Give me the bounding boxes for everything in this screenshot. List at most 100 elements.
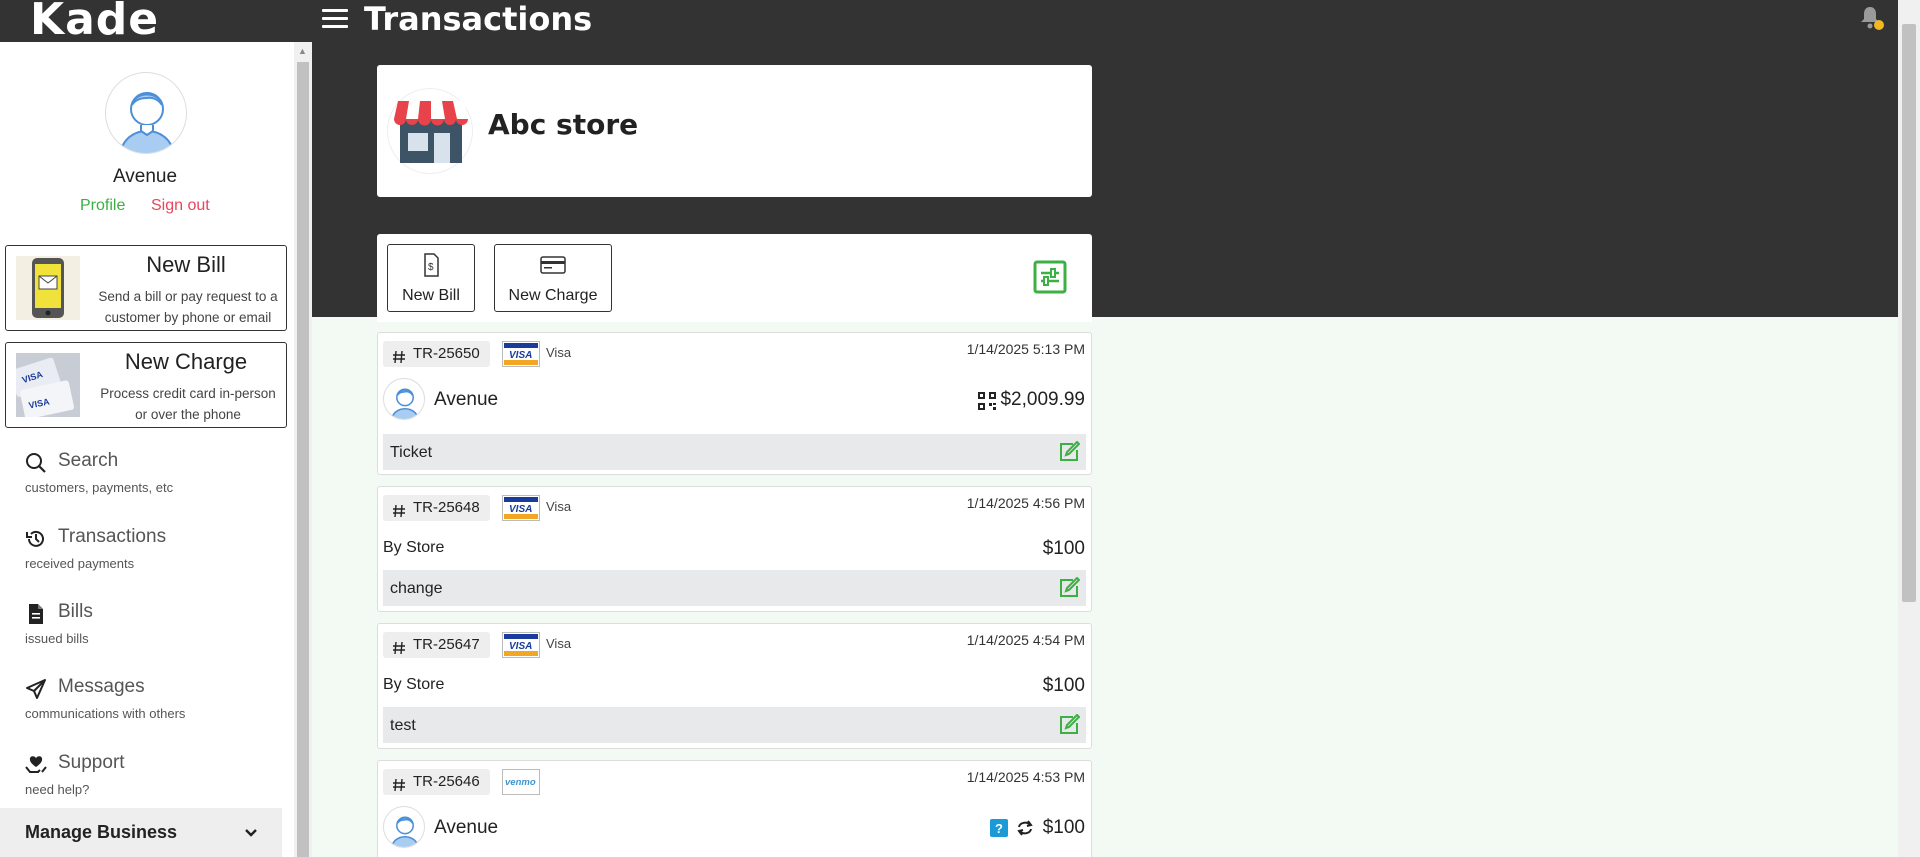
search-icon <box>25 452 47 474</box>
new-charge-card[interactable]: VISA VISA New Charge Process credit card… <box>5 342 287 428</box>
user-avatar[interactable] <box>105 72 187 154</box>
transaction-note-text: test <box>390 717 416 734</box>
recurring-icon <box>1016 819 1034 837</box>
transaction-card[interactable]: TR-25646 venmo 1/14/2025 4:53 PM Avenue … <box>377 760 1092 857</box>
edit-icon[interactable] <box>1058 440 1081 463</box>
nav-item-messages[interactable]: Messages communications with others <box>0 670 290 734</box>
transaction-id-badge: TR-25647 <box>383 632 490 658</box>
store-name: Abc store <box>488 108 639 141</box>
manage-business-toggle[interactable]: Manage Business <box>0 808 282 857</box>
new-bill-card[interactable]: New Bill Send a bill or pay request to a… <box>5 245 287 331</box>
page-title: Transactions <box>364 0 593 38</box>
sign-out-link[interactable]: Sign out <box>151 197 210 215</box>
notification-bell-icon[interactable] <box>1858 4 1886 32</box>
sidebar-scrollbar-thumb[interactable] <box>297 62 309 857</box>
card-brand-label: Visa <box>546 345 572 360</box>
profile-link[interactable]: Profile <box>80 197 125 215</box>
edit-icon[interactable] <box>1058 576 1081 599</box>
scroll-up-arrow-icon[interactable]: ▲ <box>298 46 307 56</box>
sidebar: Avenue Profile Sign out New Bill Send a … <box>0 42 294 857</box>
nav-sub-messages: communications with others <box>25 706 186 721</box>
nav-item-bills[interactable]: Bills issued bills <box>0 595 290 659</box>
transaction-amount: $2,009.99 <box>1000 389 1085 410</box>
app-logo[interactable]: Kade <box>30 0 159 45</box>
chevron-down-icon <box>244 826 258 840</box>
transaction-card[interactable]: TR-25648 VISA Visa 1/14/2025 4:56 PM By … <box>377 486 1092 612</box>
customer-name: By Store <box>383 676 445 693</box>
transaction-amount: $100 <box>1042 817 1085 838</box>
history-icon <box>25 528 47 550</box>
phone-mail-icon <box>16 256 80 320</box>
transaction-id: TR-25647 <box>413 636 480 653</box>
transaction-amount: $100 <box>1042 675 1085 696</box>
card-brand-label: Visa <box>546 499 572 514</box>
filter-settings-icon[interactable] <box>1033 260 1067 294</box>
customer-avatar <box>383 378 425 420</box>
visa-card-icon: VISA <box>502 495 540 521</box>
user-name: Avenue <box>112 166 178 187</box>
edit-icon[interactable] <box>1058 713 1081 736</box>
transaction-id: TR-25648 <box>413 499 480 516</box>
question-icon[interactable]: ? <box>990 819 1008 837</box>
new-bill-label: New Bill <box>402 287 460 304</box>
nav-sub-transactions: received payments <box>25 556 135 571</box>
transaction-toolbar: $ New Bill New Charge <box>377 234 1092 322</box>
transaction-note-text: Ticket <box>390 444 433 461</box>
card-brand-label: Visa <box>546 636 572 651</box>
venmo-icon: venmo <box>502 769 540 795</box>
new-charge-button[interactable]: New Charge <box>494 244 612 312</box>
customer-name: By Store <box>383 539 445 556</box>
svg-text:?: ? <box>995 821 1003 836</box>
transaction-id-badge: TR-25646 <box>383 769 490 795</box>
support-hands-icon <box>25 754 47 776</box>
new-bill-button[interactable]: $ New Bill <box>387 244 475 312</box>
customer-avatar <box>383 806 425 848</box>
page-scrollbar-thumb[interactable] <box>1902 24 1916 602</box>
page-scrollbar[interactable] <box>1898 0 1920 857</box>
transaction-card[interactable]: TR-25650 VISA Visa 1/14/2025 5:13 PM Ave… <box>377 332 1092 475</box>
svg-text:VISA: VISA <box>509 641 532 652</box>
nav-item-support[interactable]: Support need help? <box>0 746 290 810</box>
transaction-id: TR-25646 <box>413 773 480 790</box>
nav-label-bills: Bills <box>58 601 93 622</box>
nav-label-transactions: Transactions <box>58 526 167 547</box>
visa-card-icon: VISA <box>502 632 540 658</box>
transaction-card[interactable]: TR-25647 VISA Visa 1/14/2025 4:54 PM By … <box>377 623 1092 749</box>
transaction-id-badge: TR-25650 <box>383 341 490 367</box>
nav-label-messages: Messages <box>58 676 145 697</box>
nav-label-support: Support <box>58 752 125 773</box>
svg-text:venmo: venmo <box>505 777 536 788</box>
send-icon <box>25 678 47 700</box>
customer-name[interactable]: Avenue <box>434 817 498 839</box>
transaction-date: 1/14/2025 4:54 PM <box>966 632 1085 648</box>
hash-icon <box>392 638 406 655</box>
sidebar-scrollbar[interactable]: ▲ <box>294 42 312 857</box>
svg-text:$: $ <box>428 262 434 273</box>
visa-card-icon: VISA <box>502 341 540 367</box>
hash-icon <box>392 347 406 364</box>
new-charge-desc: Process credit card in-person or over th… <box>100 386 276 422</box>
customer-name[interactable]: Avenue <box>434 389 498 411</box>
manage-business-label: Manage Business <box>25 822 178 842</box>
hash-icon <box>392 775 406 792</box>
transaction-date: 1/14/2025 4:53 PM <box>966 769 1085 785</box>
transaction-id-badge: TR-25648 <box>383 495 490 521</box>
transaction-id: TR-25650 <box>413 345 480 362</box>
new-bill-desc: Send a bill or pay request to a customer… <box>98 289 278 325</box>
nav-sub-support: need help? <box>25 782 90 797</box>
invoice-icon: $ <box>418 253 444 277</box>
store-card: Abc store <box>377 65 1092 197</box>
nav-item-transactions[interactable]: Transactions received payments <box>0 520 290 584</box>
transaction-note-text: change <box>390 580 443 597</box>
transaction-note: Ticket <box>383 434 1086 470</box>
store-icon <box>387 88 473 174</box>
menu-icon[interactable] <box>322 6 348 30</box>
new-bill-title: New Bill <box>146 252 226 277</box>
nav-sub-bills: issued bills <box>25 631 89 646</box>
transaction-amount: $100 <box>1042 538 1085 559</box>
credit-card-icon <box>540 253 566 277</box>
transaction-date: 1/14/2025 5:13 PM <box>966 341 1085 357</box>
svg-text:VISA: VISA <box>509 350 532 361</box>
nav-item-search[interactable]: Search customers, payments, etc <box>0 444 290 508</box>
nav-sub-search: customers, payments, etc <box>25 480 174 495</box>
